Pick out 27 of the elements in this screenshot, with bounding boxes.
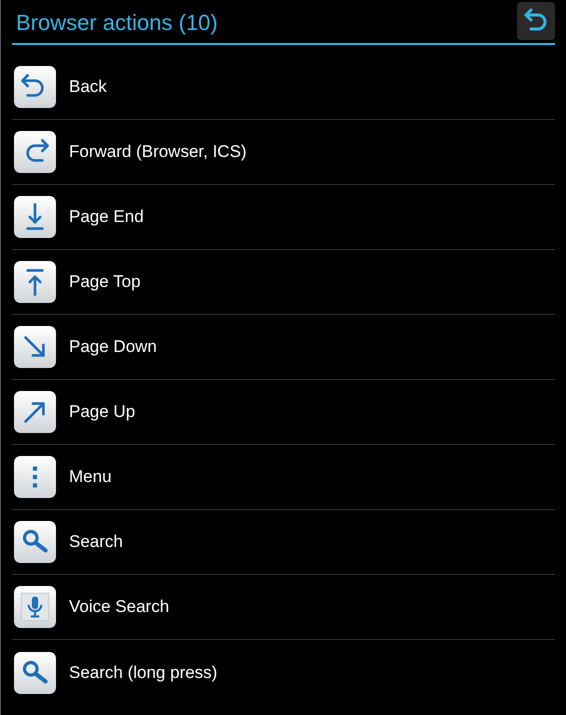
search-icon (14, 652, 56, 694)
action-item[interactable]: Back (12, 55, 555, 120)
dialog-title: Browser actions (10) (16, 9, 218, 37)
action-label: Page End (69, 206, 144, 228)
menu-icon (14, 456, 56, 498)
action-label: Page Top (69, 271, 141, 294)
forward-icon (14, 131, 56, 173)
action-label: Page Up (69, 401, 136, 424)
action-item[interactable]: Menu (12, 445, 555, 510)
action-item[interactable]: Page Up (12, 380, 555, 445)
search-icon (14, 521, 56, 563)
back-icon (14, 66, 56, 108)
action-item[interactable]: Page Down (12, 315, 555, 380)
action-label: Menu (69, 466, 112, 488)
action-item[interactable]: Search (12, 510, 555, 575)
action-item[interactable]: Page End (12, 185, 555, 250)
action-label: Search (69, 531, 123, 554)
action-label: Page Down (69, 336, 157, 358)
action-item[interactable]: Search (long press) (12, 640, 555, 705)
action-item[interactable]: Forward (Browser, ICS) (12, 120, 555, 185)
action-item[interactable]: Page Top (12, 250, 555, 315)
action-label: Search (long press) (69, 662, 218, 684)
action-label: Forward (Browser, ICS) (69, 141, 247, 164)
action-item[interactable]: Voice Search (12, 575, 555, 640)
action-label: Back (69, 76, 107, 98)
action-label: Voice Search (69, 596, 170, 618)
back-button[interactable] (517, 2, 555, 40)
